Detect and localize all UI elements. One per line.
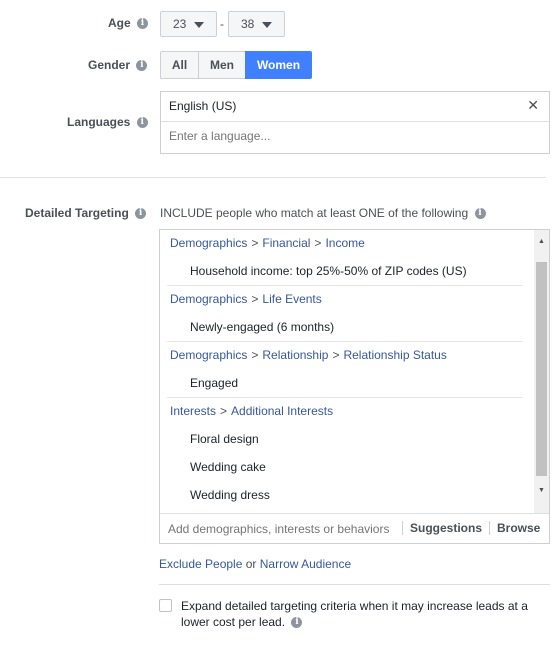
info-icon[interactable]: i xyxy=(136,117,148,129)
breadcrumb-link[interactable]: Demographics xyxy=(170,236,247,250)
language-input[interactable] xyxy=(169,125,529,147)
exclude-narrow-row: Exclude People or Narrow Audience xyxy=(159,557,351,571)
gender-women-button[interactable]: Women xyxy=(245,51,312,79)
group-divider xyxy=(167,341,523,342)
languages-box: English (US) ✕ xyxy=(160,91,550,154)
languages-label: Languages i xyxy=(67,115,148,129)
breadcrumb-link[interactable]: Interests xyxy=(170,404,216,418)
scrollbar[interactable]: ▲ ▼ xyxy=(534,230,549,513)
targeting-item[interactable]: Household income: top 25%-50% of ZIP cod… xyxy=(190,264,467,278)
language-token: English (US) ✕ xyxy=(161,92,549,122)
gender-all-button[interactable]: All xyxy=(160,51,199,79)
targeting-search-input[interactable] xyxy=(168,520,393,538)
breadcrumb-separator: > xyxy=(251,348,259,362)
or-text: or xyxy=(245,557,257,571)
targeting-item[interactable]: Newly-engaged (6 months) xyxy=(190,320,334,334)
group-path-life-events: Demographics > Life Events xyxy=(170,292,322,306)
expand-line-1: Expand detailed targeting criteria when … xyxy=(181,599,528,613)
breadcrumb-link[interactable]: Additional Interests xyxy=(231,404,333,418)
gender-label-text: Gender xyxy=(88,58,131,72)
description-text: INCLUDE people who match at least ONE of… xyxy=(160,206,469,220)
scrollbar-thumb[interactable] xyxy=(536,262,547,476)
age-min-value: 23 xyxy=(173,17,187,31)
breadcrumb-link[interactable]: Life Events xyxy=(262,292,321,306)
targeting-item[interactable]: Floral design xyxy=(190,432,259,446)
narrow-audience-link[interactable]: Narrow Audience xyxy=(260,557,351,571)
section-divider xyxy=(0,177,546,178)
info-icon[interactable]: i xyxy=(291,617,303,629)
info-icon[interactable]: i xyxy=(474,208,486,220)
divider xyxy=(402,521,403,535)
caret-down-icon xyxy=(262,22,272,28)
gender-men-button[interactable]: Men xyxy=(198,51,246,79)
breadcrumb-link[interactable]: Relationship xyxy=(262,348,328,362)
info-icon[interactable]: i xyxy=(135,208,147,220)
languages-label-text: Languages xyxy=(67,115,131,129)
group-path-relationship: Demographics > Relationship > Relationship S… xyxy=(170,348,447,362)
group-path-interests: Interests > Additional Interests xyxy=(170,404,333,418)
breadcrumb-link[interactable]: Demographics xyxy=(170,292,247,306)
group-divider xyxy=(167,397,523,398)
breadcrumb-link[interactable]: Demographics xyxy=(170,348,247,362)
breadcrumb-separator: > xyxy=(220,404,228,418)
breadcrumb-separator: > xyxy=(332,348,340,362)
expand-line-2: lower cost per lead. xyxy=(181,615,286,629)
caret-down-icon xyxy=(194,22,204,28)
breadcrumb-link[interactable]: Financial xyxy=(262,236,310,250)
age-max-dropdown[interactable]: 38 xyxy=(228,11,285,37)
divider xyxy=(489,521,490,535)
info-icon[interactable]: i xyxy=(136,60,148,72)
breadcrumb-link[interactable]: Relationship Status xyxy=(343,348,446,362)
targeting-item[interactable]: Wedding dress xyxy=(190,488,270,502)
group-path-income: Demographics > Financial > Income xyxy=(170,236,365,250)
browse-button[interactable]: Browse xyxy=(497,521,540,535)
detailed-targeting-label: Detailed Targeting i xyxy=(25,206,147,220)
scroll-down-icon[interactable]: ▼ xyxy=(538,487,545,494)
age-label-text: Age xyxy=(108,16,131,30)
breadcrumb-separator: > xyxy=(314,236,322,250)
targeting-item[interactable]: Wedding cake xyxy=(190,460,266,474)
detailed-targeting-label-text: Detailed Targeting xyxy=(25,206,129,220)
close-icon[interactable]: ✕ xyxy=(527,97,539,114)
scroll-up-icon[interactable]: ▲ xyxy=(538,238,545,245)
language-token-label: English (US) xyxy=(169,99,237,113)
gender-label: Gender i xyxy=(88,58,148,72)
detailed-targeting-description: INCLUDE people who match at least ONE of… xyxy=(160,206,486,220)
expand-targeting-text: Expand detailed targeting criteria when … xyxy=(181,598,541,630)
age-min-dropdown[interactable]: 23 xyxy=(160,11,217,37)
breadcrumb-separator: > xyxy=(251,236,259,250)
info-icon[interactable]: i xyxy=(137,18,149,30)
divider xyxy=(159,584,550,585)
breadcrumb-link[interactable]: Income xyxy=(325,236,364,250)
age-max-value: 38 xyxy=(241,17,255,31)
group-divider xyxy=(167,285,523,286)
targeting-item[interactable]: Engaged xyxy=(190,376,238,390)
breadcrumb-separator: > xyxy=(251,292,259,306)
targeting-search-bar: Suggestions Browse xyxy=(160,513,549,544)
expand-targeting-checkbox[interactable] xyxy=(159,599,172,612)
exclude-people-link[interactable]: Exclude People xyxy=(159,557,242,571)
age-label: Age i xyxy=(108,16,149,30)
age-range-dash: - xyxy=(220,17,224,31)
suggestions-button[interactable]: Suggestions xyxy=(410,521,482,535)
